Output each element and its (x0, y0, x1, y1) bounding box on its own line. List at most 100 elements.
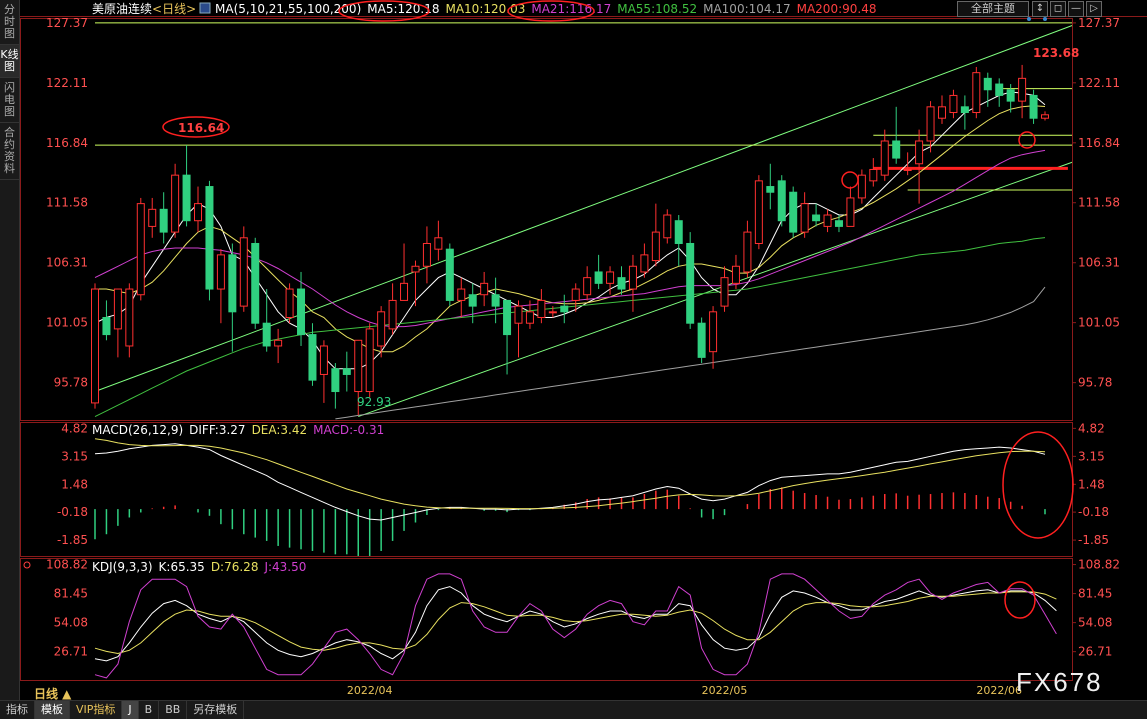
macd-plot (94, 438, 1046, 556)
candle (205, 180, 214, 301)
candle-body (1018, 77, 1027, 102)
candle-body (125, 288, 134, 347)
candle-body (937, 106, 946, 119)
restore-window-icon[interactable]: ◻ (1050, 1, 1066, 17)
candle (697, 317, 706, 364)
candle (674, 215, 683, 267)
candle-body (846, 197, 855, 227)
x-axis-label: 2022/04 (347, 684, 393, 697)
candle (686, 232, 695, 329)
play-icon[interactable]: ▷ (1086, 1, 1102, 17)
price-ytick-label-2: 116.84 (1078, 136, 1120, 150)
candle (411, 260, 420, 307)
candle-body (537, 299, 546, 319)
candle (972, 66, 981, 119)
candle-body (422, 242, 431, 267)
candle-body (983, 77, 992, 91)
candle-body (331, 368, 340, 393)
tab-j[interactable]: J (122, 701, 139, 719)
candle (113, 288, 122, 358)
macd-header-item: DEA:3.42 (252, 423, 308, 437)
macd-ytick-label-left-1: 3.15 (61, 449, 88, 463)
tab-save-template[interactable]: 另存模板 (187, 701, 245, 719)
price-ytick-label-3: 111.58 (1078, 196, 1120, 210)
price-ytick-label-left-6: 95.78 (54, 376, 88, 390)
candle (457, 277, 466, 318)
chart-area[interactable]: 127.37 127.37 122.11 122.11 116.84 116.84 111.… (16, 0, 1147, 700)
candle-body (182, 174, 191, 222)
macd-ytick-label-left-3: -0.18 (57, 505, 88, 519)
candle-body (308, 334, 317, 381)
candle-body (525, 311, 534, 324)
tab-vip-indicators[interactable]: VIP指标 (70, 701, 123, 719)
candle-body (892, 140, 901, 159)
candle-body (113, 288, 122, 330)
candle-body (102, 317, 111, 336)
candle (617, 266, 626, 295)
candle-body (617, 277, 626, 290)
candle (651, 203, 660, 267)
macd-ytick-label-1: 3.15 (1078, 449, 1105, 463)
candle (995, 78, 1004, 107)
tab-templates[interactable]: 模板 (35, 701, 70, 719)
candle-body (1006, 89, 1015, 102)
tab-kline[interactable]: K线图 (0, 45, 19, 78)
candle-body (445, 248, 454, 301)
candle (983, 72, 992, 107)
candle (709, 306, 718, 369)
candle (434, 220, 443, 261)
price-ytick-label-5: 101.05 (1078, 316, 1120, 330)
x-axis-label: 2022/05 (702, 684, 748, 697)
minimize-icon[interactable]: — (1068, 1, 1084, 17)
candle (342, 351, 351, 392)
tab-contract-info[interactable]: 合约资料 (0, 123, 19, 180)
kdj-header-item: K:65.35 (159, 560, 205, 574)
candle (743, 220, 752, 278)
kdj-ytick-label-3: 26.71 (1078, 645, 1112, 659)
candle (915, 129, 924, 204)
chart-svg[interactable]: 127.37 127.37 122.11 122.11 116.84 116.84 111.… (16, 0, 1147, 700)
tab-indicators[interactable]: 指标 (0, 701, 35, 719)
candle-body (400, 282, 409, 301)
candle (1018, 64, 1027, 119)
candle-body (571, 288, 580, 301)
kdj-header-item: D:76.28 (211, 560, 259, 574)
candle (491, 277, 500, 324)
tab-b[interactable]: B (139, 701, 160, 719)
candle (274, 328, 283, 364)
candle-body (228, 254, 237, 313)
candle-body (857, 174, 866, 199)
price-ytick-label-0: 127.37 (1078, 16, 1120, 30)
candle (720, 266, 729, 312)
zoom-icon[interactable]: ↕ (1032, 1, 1048, 17)
candle (422, 226, 431, 284)
candle (628, 254, 637, 312)
candle-body (1029, 94, 1038, 119)
panel-frame-1 (20, 422, 1073, 557)
candle (216, 249, 225, 324)
candle-body (239, 237, 248, 307)
candle-body (880, 140, 889, 176)
candle (789, 186, 798, 238)
candle (583, 266, 592, 301)
candle (91, 283, 99, 409)
candle-body (377, 311, 386, 347)
bottom-toolbar: 指标 模板 VIP指标 J B BB 另存模板 (0, 700, 1147, 719)
candle (228, 243, 237, 352)
candle-body (731, 265, 740, 284)
candle (297, 271, 306, 346)
tab-bb[interactable]: BB (159, 701, 188, 719)
theme-select-button[interactable]: 全部主题 (957, 1, 1029, 17)
candle (251, 237, 260, 329)
candle (136, 197, 145, 301)
candle (1041, 111, 1049, 121)
candle-body (365, 328, 374, 393)
candle (880, 129, 889, 181)
candle (388, 283, 397, 335)
candle (777, 175, 786, 227)
tab-flash-chart[interactable]: 闪电图 (0, 78, 19, 123)
candle-body (720, 277, 729, 307)
tab-timeshare[interactable]: 分时图 (0, 0, 19, 45)
candle-body (159, 208, 168, 233)
candle (857, 169, 866, 204)
